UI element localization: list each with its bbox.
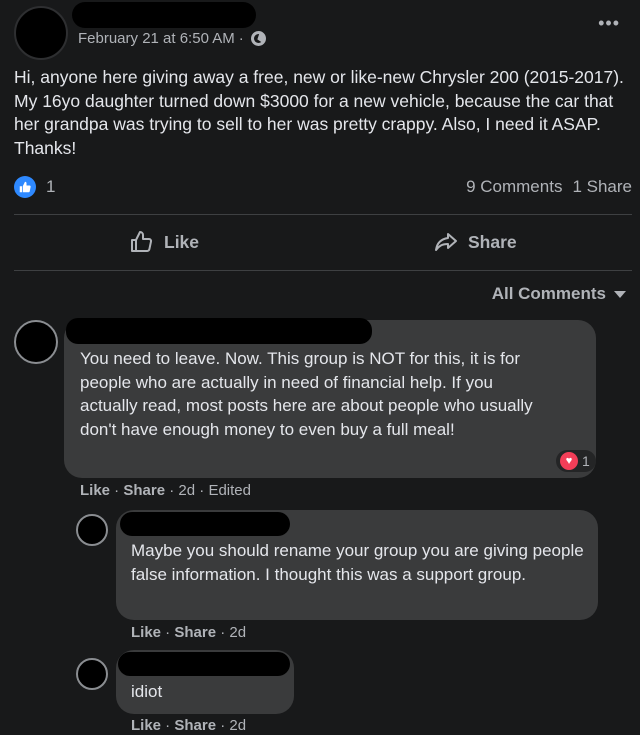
divider bbox=[14, 270, 632, 271]
meta-separator: · bbox=[238, 30, 244, 47]
comment-share-link[interactable]: Share bbox=[174, 624, 216, 641]
comment-like-link[interactable]: Like bbox=[80, 482, 110, 499]
commenter-name-redacted[interactable] bbox=[120, 512, 290, 536]
comment-filter-label: All Comments bbox=[491, 284, 606, 303]
divider bbox=[14, 214, 632, 215]
reaction-summary: 1 9 Comments 1 Share bbox=[14, 174, 632, 200]
comment-like-link[interactable]: Like bbox=[131, 624, 161, 641]
comment-actions: Like · Share · 2d bbox=[131, 717, 247, 734]
comments-count[interactable]: 9 Comments bbox=[466, 177, 562, 197]
more-horizontal-icon[interactable]: ••• bbox=[598, 14, 620, 32]
commenter-name-redacted[interactable] bbox=[66, 318, 372, 344]
commenter-name-redacted[interactable] bbox=[118, 652, 290, 676]
comment-text: idiot bbox=[131, 682, 163, 701]
commenter-avatar[interactable] bbox=[76, 658, 108, 690]
comment-share-link[interactable]: Share bbox=[174, 717, 216, 734]
heart-icon: ♥ bbox=[560, 452, 578, 470]
comment-actions: Like · Share · 2d bbox=[131, 624, 247, 641]
author-name-redacted[interactable] bbox=[72, 2, 256, 28]
comment-filter-dropdown[interactable]: All Comments bbox=[492, 284, 626, 304]
share-arrow-icon bbox=[435, 233, 457, 251]
reaction-count[interactable]: 1 bbox=[46, 177, 55, 197]
comment-time[interactable]: 2d bbox=[178, 482, 195, 499]
comment-like-link[interactable]: Like bbox=[131, 717, 161, 734]
shares-count[interactable]: 1 Share bbox=[572, 177, 632, 197]
comment-text: Maybe you should rename your group you a… bbox=[131, 541, 584, 584]
facebook-post: February 21 at 6:50 AM · ••• Hi, anyone … bbox=[0, 0, 640, 735]
author-avatar[interactable] bbox=[14, 6, 68, 60]
post-timestamp[interactable]: February 21 at 6:50 AM bbox=[78, 30, 235, 47]
comment-actions: Like · Share · 2d · Edited bbox=[80, 482, 251, 499]
share-button[interactable]: Share bbox=[434, 226, 517, 258]
comment-time[interactable]: 2d bbox=[229, 717, 246, 734]
globe-icon bbox=[250, 31, 266, 46]
post-body: Hi, anyone here giving away a free, new … bbox=[14, 67, 624, 158]
caret-down-icon bbox=[614, 290, 626, 298]
comment-edited[interactable]: Edited bbox=[208, 482, 251, 499]
comment-time[interactable]: 2d bbox=[229, 624, 246, 641]
commenter-avatar[interactable] bbox=[14, 320, 58, 364]
like-reaction-icon[interactable] bbox=[14, 176, 36, 198]
commenter-avatar[interactable] bbox=[76, 514, 108, 546]
like-label: Like bbox=[164, 231, 200, 252]
share-label: Share bbox=[468, 231, 517, 252]
thumbs-up-icon bbox=[131, 231, 153, 252]
post-meta: February 21 at 6:50 AM · bbox=[78, 30, 266, 47]
comment-text: You need to leave. Now. This group is NO… bbox=[80, 349, 533, 439]
like-button[interactable]: Like bbox=[130, 226, 199, 258]
comment-share-link[interactable]: Share bbox=[123, 482, 165, 499]
comment-reaction-count: 1 bbox=[582, 453, 590, 469]
comment-reaction-badge[interactable]: ♥ 1 bbox=[556, 450, 596, 472]
